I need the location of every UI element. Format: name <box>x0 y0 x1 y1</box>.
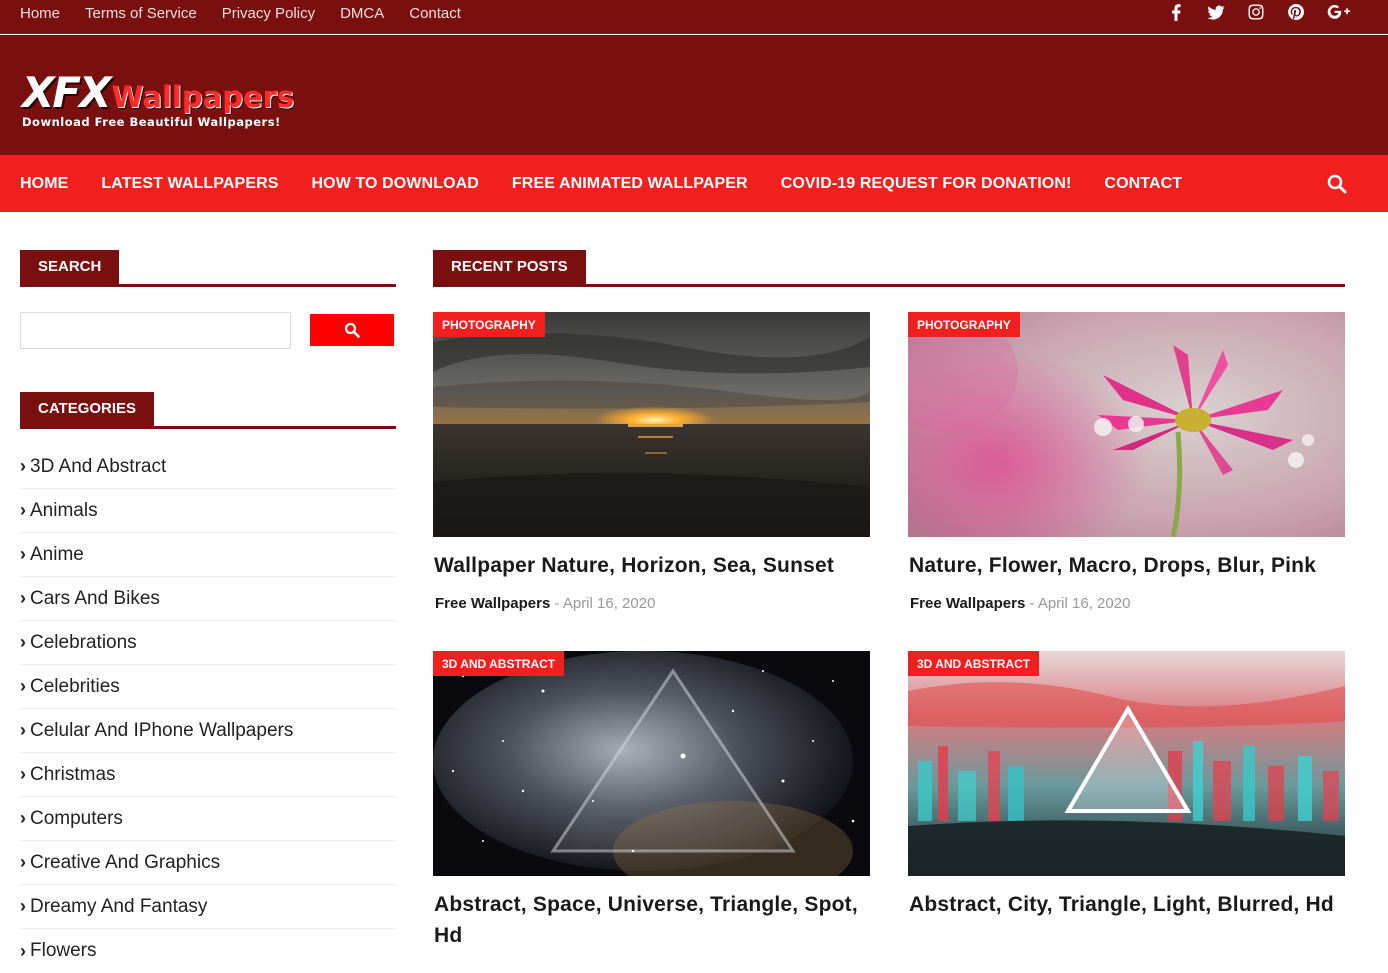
search-icon <box>344 322 360 338</box>
logo-accent-text: Wallpapers <box>111 80 295 114</box>
post-author[interactable]: Free Wallpapers <box>910 595 1025 612</box>
post-card: 3D AND ABSTRACT Abstract, Space, Univers… <box>433 651 870 951</box>
pinterest-icon[interactable] <box>1286 2 1308 24</box>
post-author[interactable]: Free Wallpapers <box>435 595 550 612</box>
category-item[interactable]: › Flowers <box>20 929 396 973</box>
search-button[interactable] <box>310 314 394 346</box>
category-item[interactable]: › Celebrations <box>20 621 396 665</box>
chevron-right-icon: › <box>20 720 26 740</box>
chevron-right-icon: › <box>20 896 26 916</box>
search-input[interactable] <box>20 312 291 349</box>
top-nav-terms[interactable]: Terms of Service <box>85 5 197 22</box>
search-widget-title: SEARCH <box>20 250 396 287</box>
category-label: Celebrities <box>30 675 120 697</box>
post-thumbnail[interactable]: 3D AND ABSTRACT <box>908 651 1345 876</box>
chevron-right-icon: › <box>20 852 26 872</box>
instagram-icon[interactable] <box>1246 2 1268 24</box>
chevron-right-icon: › <box>20 456 26 476</box>
chevron-right-icon: › <box>20 764 26 784</box>
top-nav-privacy[interactable]: Privacy Policy <box>222 5 315 22</box>
top-nav: Home Terms of Service Privacy Policy DMC… <box>20 0 486 26</box>
chevron-right-icon: › <box>20 500 26 520</box>
main-nav: HOME LATEST WALLPAPERS HOW TO DOWNLOAD F… <box>0 155 1388 212</box>
category-label: Creative And Graphics <box>30 851 221 873</box>
site-logo[interactable]: XFX Wallpapers Download Free Beautiful W… <box>22 68 295 130</box>
facebook-icon[interactable] <box>1166 2 1188 24</box>
nav-covid-donation[interactable]: COVID-19 REQUEST FOR DONATION! <box>781 175 1072 193</box>
post-title[interactable]: Abstract, City, Triangle, Light, Blurred… <box>909 889 1346 920</box>
google-plus-icon[interactable] <box>1326 2 1350 24</box>
post-card: PHOTOGRAPHY Nature, Flower, Macro, Drops… <box>908 312 1345 622</box>
chevron-right-icon: › <box>20 808 26 828</box>
category-label: Dreamy And Fantasy <box>30 895 208 917</box>
post-date: April 16, 2020 <box>562 595 656 612</box>
nav-contact[interactable]: CONTACT <box>1104 175 1182 193</box>
post-meta: Free Wallpapers - April 16, 2020 <box>910 595 1130 612</box>
twitter-icon[interactable] <box>1206 2 1228 24</box>
top-nav-contact[interactable]: Contact <box>409 5 461 22</box>
nav-free-animated-wallpaper[interactable]: FREE ANIMATED WALLPAPER <box>512 175 748 193</box>
search-widget-label: SEARCH <box>20 250 120 284</box>
post-title[interactable]: Nature, Flower, Macro, Drops, Blur, Pink <box>909 550 1346 581</box>
post-thumbnail[interactable]: 3D AND ABSTRACT <box>433 651 870 876</box>
category-label: Animals <box>30 499 98 521</box>
top-nav-home[interactable]: Home <box>20 5 60 22</box>
category-item[interactable]: › 3D And Abstract <box>20 445 396 489</box>
chevron-right-icon: › <box>20 632 26 652</box>
category-item[interactable]: › Anime <box>20 533 396 577</box>
category-item[interactable]: › Cars And Bikes <box>20 577 396 621</box>
category-label: Christmas <box>30 763 116 785</box>
nav-home[interactable]: HOME <box>20 175 68 193</box>
post-meta-separator: - <box>554 595 560 612</box>
category-label: Anime <box>30 543 84 565</box>
category-item[interactable]: › Dreamy And Fantasy <box>20 885 396 929</box>
post-card: 3D AND ABSTRACT Abstract, City, Triangle… <box>908 651 1345 951</box>
search-icon[interactable] <box>1326 173 1348 195</box>
top-bar: Home Terms of Service Privacy Policy DMC… <box>0 0 1388 34</box>
logo-main-text: XFX <box>22 68 111 117</box>
nav-latest-wallpapers[interactable]: LATEST WALLPAPERS <box>101 175 278 193</box>
post-title[interactable]: Abstract, Space, Universe, Triangle, Spo… <box>434 889 871 951</box>
post-category-badge[interactable]: PHOTOGRAPHY <box>433 312 545 337</box>
nav-how-to-download[interactable]: HOW TO DOWNLOAD <box>312 175 479 193</box>
chevron-right-icon: › <box>20 676 26 696</box>
post-category-badge[interactable]: 3D AND ABSTRACT <box>908 651 1040 676</box>
chevron-right-icon: › <box>20 940 26 961</box>
post-category-badge[interactable]: PHOTOGRAPHY <box>908 312 1020 337</box>
category-label: Cars And Bikes <box>30 587 160 609</box>
category-item[interactable]: › Computers <box>20 797 396 841</box>
categories-widget-title: CATEGORIES <box>20 392 396 429</box>
chevron-right-icon: › <box>20 588 26 608</box>
post-meta-separator: - <box>1029 595 1035 612</box>
category-label: 3D And Abstract <box>30 455 167 477</box>
category-item[interactable]: › Creative And Graphics <box>20 841 396 885</box>
category-label: Computers <box>30 807 123 829</box>
logo-tagline: Download Free Beautiful Wallpapers! <box>22 115 281 129</box>
social-links <box>1148 2 1350 24</box>
post-card: PHOTOGRAPHY Wallpaper Nature, Horizon, S… <box>433 312 870 622</box>
category-label: Celular And IPhone Wallpapers <box>30 719 294 741</box>
post-thumbnail[interactable]: PHOTOGRAPHY <box>908 312 1345 537</box>
post-meta: Free Wallpapers - April 16, 2020 <box>435 595 655 612</box>
recent-posts-title: RECENT POSTS <box>433 250 1345 287</box>
recent-posts-label: RECENT POSTS <box>433 250 586 284</box>
category-label: Flowers <box>30 940 97 961</box>
chevron-right-icon: › <box>20 544 26 564</box>
category-label: Celebrations <box>30 631 137 653</box>
post-thumbnail[interactable]: PHOTOGRAPHY <box>433 312 870 537</box>
category-item[interactable]: › Celebrities <box>20 665 396 709</box>
top-nav-dmca[interactable]: DMCA <box>340 5 384 22</box>
category-item[interactable]: › Animals <box>20 489 396 533</box>
categories-widget-label: CATEGORIES <box>20 392 155 426</box>
post-date: April 16, 2020 <box>1037 595 1131 612</box>
site-header: XFX Wallpapers Download Free Beautiful W… <box>0 35 1388 155</box>
category-item[interactable]: › Christmas <box>20 753 396 797</box>
categories-list: › 3D And Abstract › Animals › Anime › Cars A… <box>20 445 396 973</box>
post-category-badge[interactable]: 3D AND ABSTRACT <box>433 651 565 676</box>
post-title[interactable]: Wallpaper Nature, Horizon, Sea, Sunset <box>434 550 871 581</box>
category-item[interactable]: › Celular And IPhone Wallpapers <box>20 709 396 753</box>
